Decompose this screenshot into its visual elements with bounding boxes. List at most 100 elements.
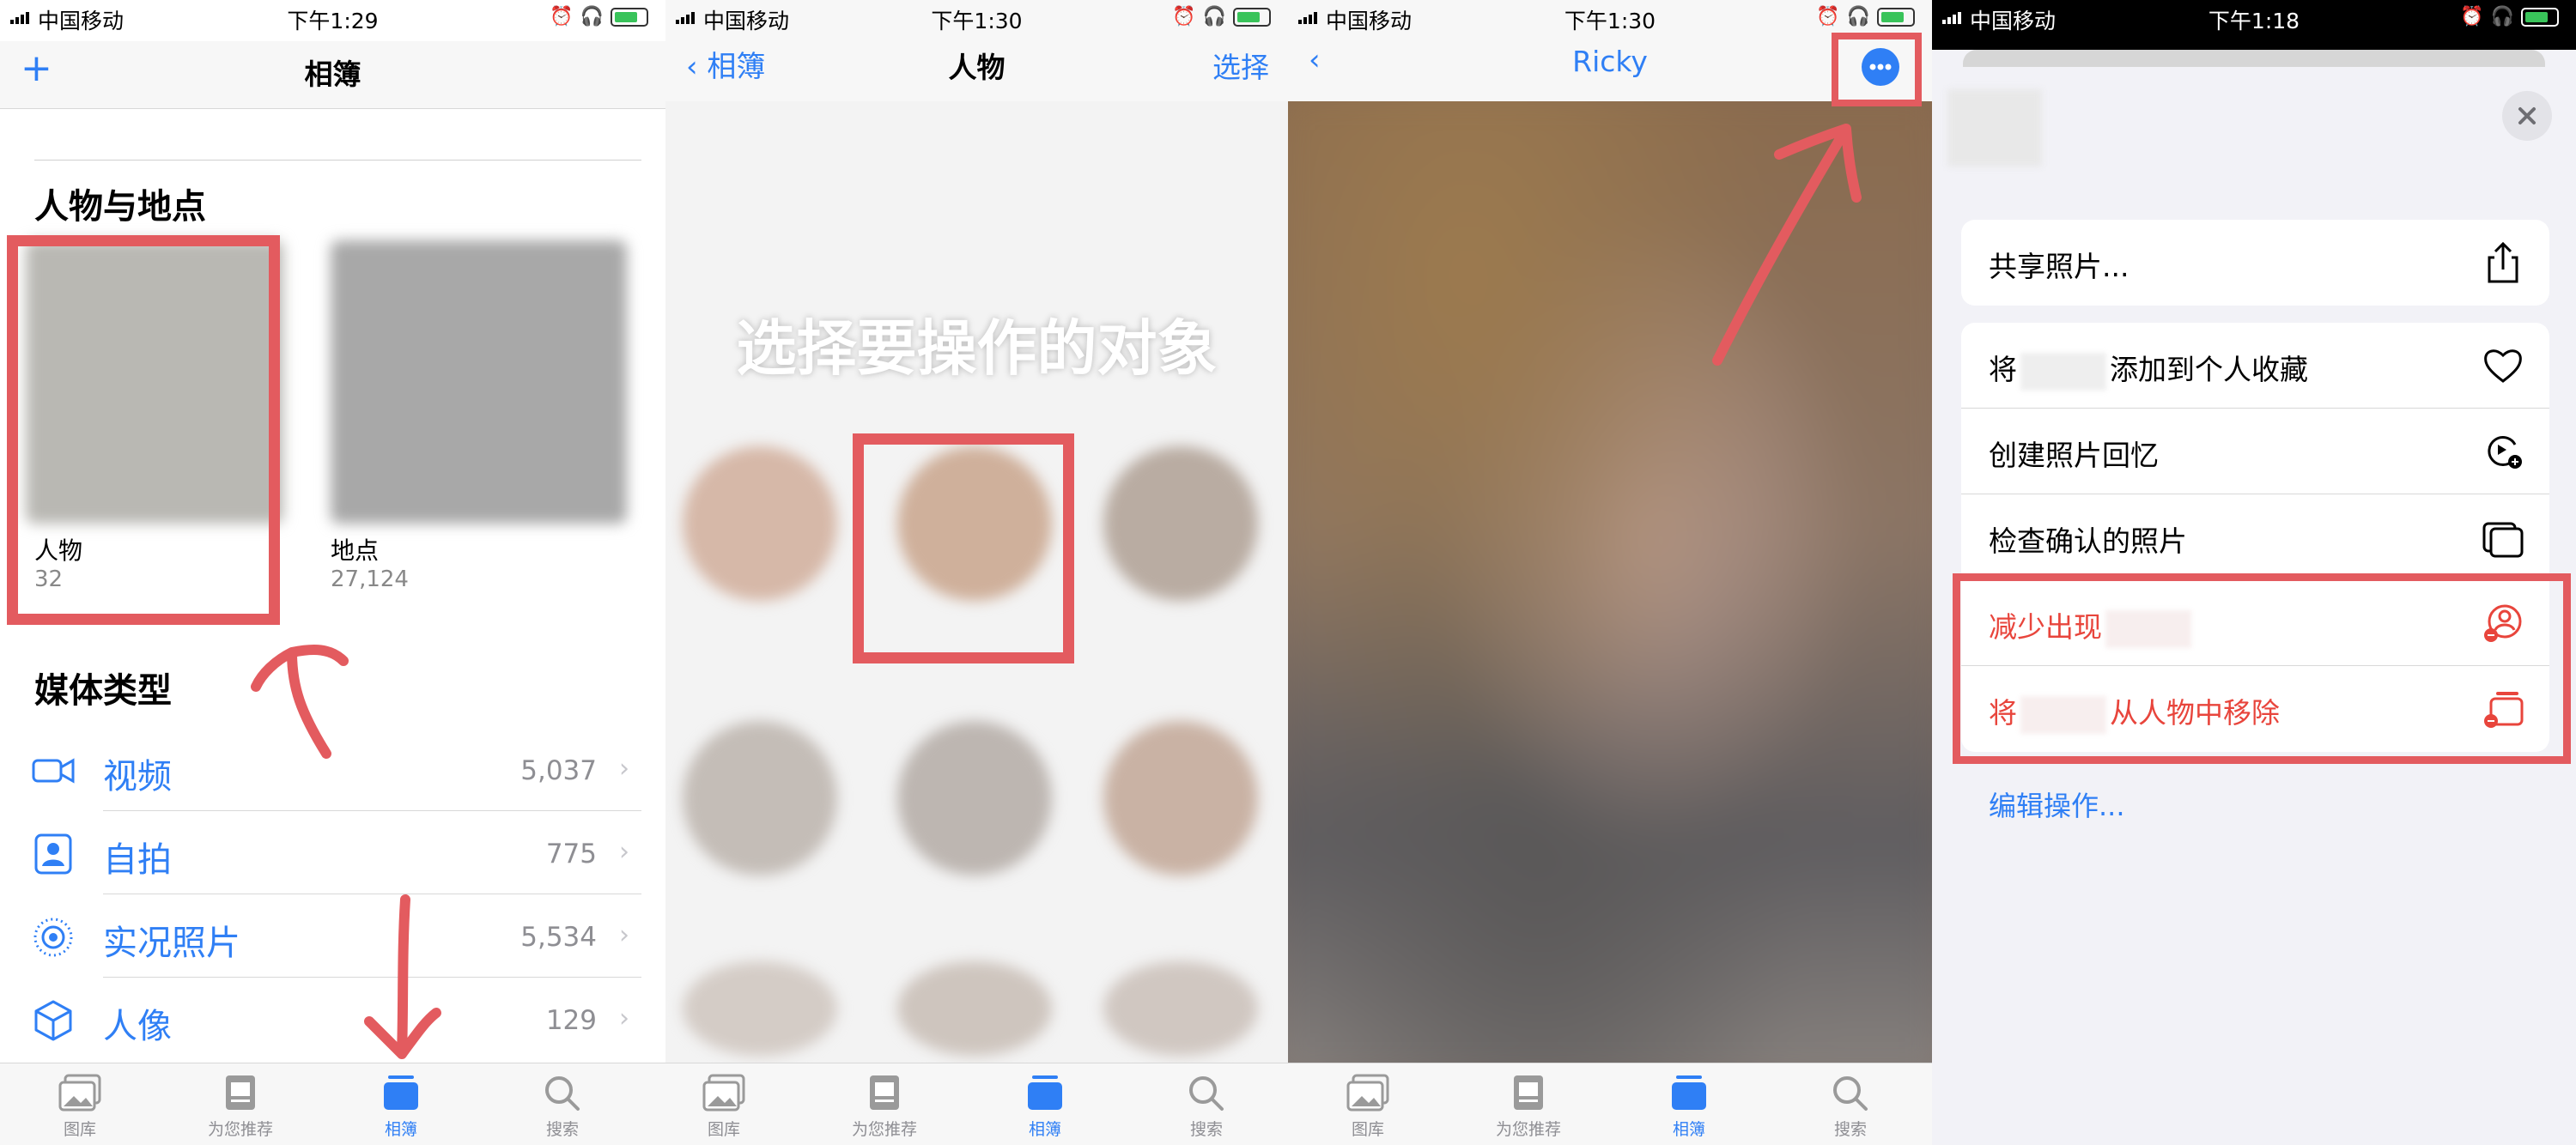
- tab-bar: 图库 为您推荐 相簿 搜索: [665, 1063, 1288, 1145]
- albums-icon: [384, 1075, 418, 1110]
- headphones-icon: 🎧: [2490, 6, 2514, 27]
- annotation-box-more: [1832, 33, 1922, 106]
- annotation-box-people: [7, 235, 280, 625]
- blurred-header-photo: [1947, 89, 2042, 167]
- person-name-redacted: [2020, 352, 2106, 391]
- for-you-icon: [870, 1075, 899, 1110]
- actions-sheet-screen: 中国移动 下午1:18 ⏰🎧 共享照片... 将添加到个人收藏 创建照片回忆: [1932, 0, 2576, 1145]
- tab-label: 搜索: [1189, 1120, 1223, 1139]
- person-face[interactable]: [897, 961, 1052, 1056]
- cube-icon: [34, 1000, 72, 1041]
- media-row-selfie[interactable]: 自拍 775 ›: [0, 811, 665, 894]
- albums-icon: [1672, 1075, 1706, 1110]
- select-button[interactable]: 选择: [1212, 45, 1269, 86]
- person-face[interactable]: [683, 961, 837, 1056]
- annotation-arrow-down: [364, 894, 441, 1059]
- annotation-box-face: [853, 433, 1074, 663]
- menu-label: 共享照片...: [1989, 250, 2129, 283]
- close-button[interactable]: [2502, 91, 2552, 141]
- media-row-portrait[interactable]: 人像 129 ›: [0, 978, 665, 1061]
- menu-label: 将: [1989, 353, 2017, 386]
- memory-add-icon: [2488, 436, 2522, 469]
- person-face[interactable]: [683, 446, 837, 601]
- photo-library-icon: [1346, 1074, 1389, 1112]
- tab-label: 相簿: [1028, 1120, 1061, 1139]
- tab-albums[interactable]: 相簿: [345, 1074, 457, 1140]
- tab-library[interactable]: 图库: [1312, 1074, 1424, 1140]
- status-bar: 中国移动 下午1:18 ⏰ 🎧: [1932, 0, 2576, 50]
- people-screen: 中国移动 下午1:30 ⏰ 🎧 ‹ 相簿 人物 选择 选择要操作的对象 图库 为您…: [665, 0, 1288, 1145]
- tab-albums[interactable]: 相簿: [1633, 1074, 1745, 1140]
- tab-search[interactable]: 搜索: [1795, 1074, 1906, 1140]
- tab-bar: 图库 为您推荐 相簿 搜索: [0, 1063, 665, 1145]
- navigation-bar: + 相簿: [0, 41, 665, 109]
- share-group: 共享照片...: [1961, 220, 2549, 306]
- alarm-icon: ⏰: [2460, 6, 2484, 27]
- headphones-icon: 🎧: [1202, 6, 1226, 27]
- search-icon: [545, 1076, 580, 1111]
- for-you-icon: [226, 1075, 255, 1110]
- media-count: 129: [545, 1005, 597, 1036]
- review-confirmed-row[interactable]: 检查确认的照片: [1961, 494, 2549, 580]
- person-face[interactable]: [1103, 446, 1258, 601]
- headphones-icon: 🎧: [580, 6, 604, 27]
- stacked-photos-icon: [2482, 522, 2524, 558]
- tab-for-you[interactable]: 为您推荐: [185, 1074, 296, 1140]
- media-count: 5,037: [520, 755, 597, 786]
- chevron-right-icon: ›: [619, 754, 629, 784]
- person-face[interactable]: [683, 721, 837, 875]
- tab-label: 图库: [1351, 1120, 1384, 1139]
- annotation-box-remove-actions: [1953, 573, 2571, 764]
- photo-library-icon: [58, 1074, 101, 1112]
- tab-label: 为您推荐: [851, 1120, 917, 1139]
- photo-library-icon: [702, 1074, 745, 1112]
- status-bar: 中国移动 下午1:30 ⏰ 🎧: [665, 0, 1288, 34]
- tab-label: 为您推荐: [1495, 1120, 1561, 1139]
- add-to-favorites-row[interactable]: 将 添加到个人收藏: [1961, 323, 2549, 409]
- tab-library[interactable]: 图库: [24, 1074, 136, 1140]
- media-label: 人像: [103, 1007, 172, 1046]
- tab-label: 搜索: [545, 1120, 579, 1139]
- person-face[interactable]: [897, 721, 1052, 875]
- page-title: 人物: [948, 51, 1005, 84]
- places-count: 27,124: [331, 566, 409, 592]
- battery-icon: [2521, 7, 2559, 27]
- share-photos-row[interactable]: 共享照片...: [1961, 220, 2549, 306]
- tab-library[interactable]: 图库: [668, 1074, 780, 1140]
- search-icon: [1189, 1076, 1224, 1111]
- tab-for-you[interactable]: 为您推荐: [1473, 1074, 1584, 1140]
- tab-search[interactable]: 搜索: [507, 1074, 618, 1140]
- albums-icon: [1028, 1075, 1062, 1110]
- tab-for-you[interactable]: 为您推荐: [829, 1074, 940, 1140]
- media-label: 视频: [103, 757, 172, 797]
- albums-screen: 中国移动 下午1:29 ⏰ 🎧 + 相簿 人物与地点 人物 32 地点 27,12…: [0, 0, 665, 1145]
- tab-label: 为您推荐: [207, 1120, 273, 1139]
- media-label: 自拍: [103, 840, 172, 880]
- tab-label: 图库: [63, 1120, 96, 1139]
- chevron-right-icon: ›: [619, 920, 629, 950]
- video-icon: [32, 758, 75, 784]
- places-thumbnail: [331, 240, 627, 524]
- chevron-right-icon: ›: [619, 1003, 629, 1033]
- status-bar: 中国移动 下午1:30 ⏰ 🎧: [1288, 0, 1932, 34]
- media-count: 5,534: [520, 922, 597, 953]
- heart-icon: [2484, 349, 2522, 383]
- battery-icon: [611, 7, 648, 27]
- for-you-icon: [1514, 1075, 1543, 1110]
- navigation-bar: ‹ 相簿 人物 选择: [665, 34, 1288, 101]
- tab-bar: 图库 为您推荐 相簿 搜索: [1288, 1063, 1932, 1145]
- tab-search[interactable]: 搜索: [1151, 1074, 1262, 1140]
- people-places-heading: 人物与地点: [34, 187, 206, 227]
- media-row-video[interactable]: 视频 5,037 ›: [0, 728, 665, 811]
- media-row-live-photo[interactable]: 实况照片 5,534 ›: [0, 894, 665, 978]
- tab-label: 相簿: [1672, 1120, 1705, 1139]
- media-label: 实况照片: [103, 924, 240, 963]
- close-icon: [2518, 107, 2536, 124]
- create-memory-row[interactable]: 创建照片回忆: [1961, 409, 2549, 494]
- media-count: 775: [545, 839, 597, 869]
- edit-actions-link[interactable]: 编辑操作...: [1989, 785, 2125, 824]
- selfie-icon: [34, 833, 72, 875]
- person-face[interactable]: [1103, 721, 1258, 875]
- tab-albums[interactable]: 相簿: [989, 1074, 1101, 1140]
- person-face[interactable]: [1103, 961, 1258, 1056]
